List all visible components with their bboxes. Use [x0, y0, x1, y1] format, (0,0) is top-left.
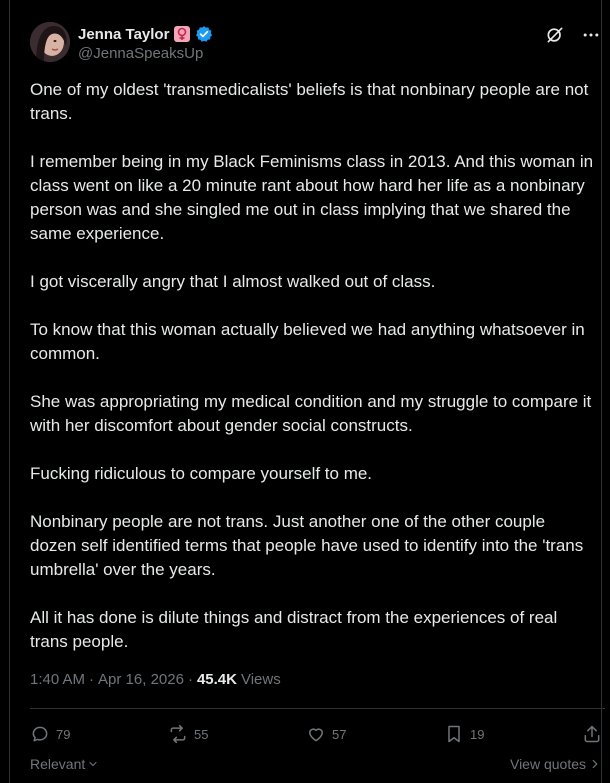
view-quotes-link[interactable]: View quotes	[510, 756, 602, 772]
header-actions	[544, 24, 602, 46]
divider	[30, 708, 605, 709]
reply-button[interactable]: 79	[30, 724, 70, 744]
tweet-body: One of my oldest 'transmedicalists' beli…	[30, 78, 595, 654]
reply-count: 79	[56, 726, 71, 742]
reply-footer: Relevant View quotes	[30, 756, 602, 772]
grok-icon[interactable]	[544, 24, 566, 46]
like-count: 57	[332, 726, 347, 742]
repost-button[interactable]: 55	[168, 724, 208, 744]
repost-icon	[170, 724, 186, 744]
views-count: 45.4K	[196, 671, 237, 688]
tweet-paragraph: I got viscerally angry that I almost wal…	[30, 272, 436, 291]
more-options-icon[interactable]	[580, 24, 602, 46]
tweet-paragraph: One of my oldest 'transmedicalists' beli…	[30, 80, 589, 123]
repost-count: 55	[194, 726, 209, 742]
meta-separator: ·	[89, 671, 95, 688]
bookmark-count: 19	[470, 726, 485, 742]
tweet-date[interactable]: Apr 16, 2026	[98, 671, 184, 688]
tweet-paragraph: I remember being in my Black Feminisms c…	[30, 152, 594, 243]
bookmark-icon	[448, 725, 460, 743]
action-bar: 79 55 57 19	[30, 720, 602, 748]
author-handle[interactable]: @JennaSpeaksUp	[78, 45, 203, 62]
verified-badge-icon[interactable]	[195, 25, 213, 43]
author-name[interactable]: Jenna Taylor	[78, 26, 169, 43]
tweet-paragraph: She was appropriating my medical conditi…	[30, 392, 592, 435]
view-quotes-label: View quotes	[509, 756, 586, 772]
avatar[interactable]	[30, 22, 70, 62]
heart-icon	[309, 728, 323, 742]
bookmark-button[interactable]: 19	[444, 724, 484, 744]
meta-separator: ·	[187, 671, 193, 688]
female-symbol-icon	[173, 25, 191, 43]
sort-relevant-label: Relevant	[30, 756, 86, 772]
tweet-meta: 1:40 AM · Apr 16, 2026 · 45.4K Views	[30, 671, 281, 688]
chevron-down-icon	[89, 762, 97, 767]
tweet-paragraph: Fucking ridiculous to compare yourself t…	[30, 464, 373, 483]
tweet-card: Jenna Taylor @JennaSpeaksUp One of my ol…	[9, 0, 605, 783]
share-button[interactable]	[582, 724, 602, 744]
sort-relevant-button[interactable]: Relevant	[30, 756, 99, 772]
author-name-row: Jenna Taylor	[78, 25, 213, 43]
chevron-right-icon	[592, 759, 598, 769]
tweet-time[interactable]: 1:40 AM	[30, 671, 85, 688]
tweet-header: Jenna Taylor @JennaSpeaksUp	[30, 22, 602, 66]
share-icon	[584, 725, 600, 743]
tweet-paragraph: To know that this woman actually believe…	[30, 320, 585, 363]
tweet-paragraph: All it has done is dilute things and dis…	[30, 608, 558, 651]
like-button[interactable]: 57	[306, 724, 346, 744]
tweet-paragraph: Nonbinary people are not trans. Just ano…	[30, 512, 584, 579]
reply-icon	[32, 726, 48, 742]
views-label: Views	[240, 671, 281, 688]
